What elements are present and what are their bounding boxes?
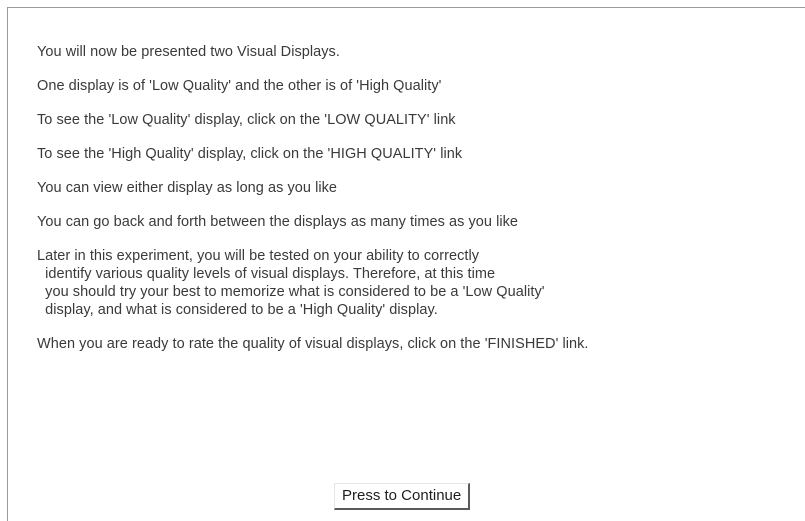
instruction-switch-displays: You can go back and forth between the di…: [37, 214, 519, 230]
instructions-panel: You will now be presented two Visual Dis…: [37, 43, 802, 369]
instruction-display-types: One display is of 'Low Quality' and the …: [37, 78, 442, 94]
press-to-continue-button[interactable]: Press to Continue: [334, 483, 471, 510]
instruction-intro: You will now be presented two Visual Dis…: [37, 44, 340, 60]
continue-button-container: Press to Continue: [334, 483, 471, 510]
instruction-memorize: Later in this experiment, you will be te…: [37, 248, 545, 318]
instruction-high-quality: To see the 'High Quality' display, click…: [37, 146, 463, 162]
instruction-low-quality: To see the 'Low Quality' display, click …: [37, 112, 456, 128]
instruction-view-duration: You can view either display as long as y…: [37, 180, 338, 196]
instruction-finished: When you are ready to rate the quality o…: [37, 336, 589, 352]
frame-left-border: [7, 7, 8, 521]
frame-top-border: [7, 7, 805, 8]
